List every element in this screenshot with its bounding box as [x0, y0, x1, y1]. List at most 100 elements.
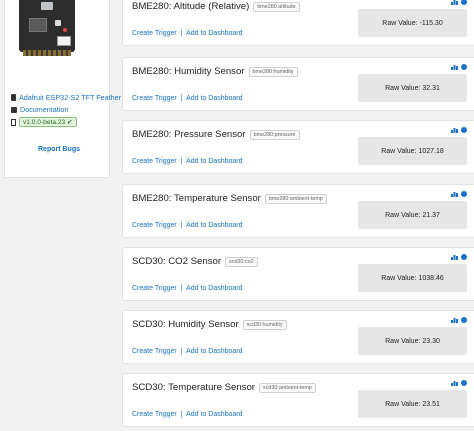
- documentation-label: Documentation: [20, 105, 69, 114]
- add-to-dashboard-link[interactable]: Add to Dashboard: [186, 285, 242, 292]
- feed-title: BME280: Temperature Sensor bme280:ambien…: [132, 193, 327, 204]
- link-separator: |: [180, 222, 183, 229]
- bar-chart-icon[interactable]: [451, 0, 458, 5]
- feed-actions: [451, 64, 467, 70]
- gear-icon[interactable]: [461, 380, 467, 386]
- raw-value-box: Raw Value: 21.37: [358, 201, 467, 229]
- feed-title: SCD30: Humidity Sensor scd30:humidity: [132, 319, 287, 330]
- feed-name[interactable]: SCD30: Temperature Sensor: [132, 382, 255, 393]
- board-image: [19, 0, 75, 58]
- create-trigger-link[interactable]: Create Trigger: [132, 30, 177, 37]
- feed-key-badge: scd30:humidity: [242, 319, 287, 330]
- feed-links: Create Trigger | Add to Dashboard: [132, 222, 243, 229]
- bar-chart-icon[interactable]: [451, 127, 458, 133]
- board-name-link[interactable]: Adafruit ESP32-S2 TFT Feather: [11, 93, 121, 102]
- bar-chart-icon[interactable]: [451, 64, 458, 70]
- feed-name[interactable]: BME280: Temperature Sensor: [132, 193, 261, 204]
- board-header-pins: [23, 50, 71, 56]
- board-chip: [29, 18, 47, 32]
- sidebar: Adafruit ESP32-S2 TFT Feather Documentat…: [0, 0, 121, 431]
- raw-value-text: Raw Value: 23.51: [385, 400, 440, 408]
- feed-card: SCD30: Temperature Sensor scd30:ambient-…: [122, 373, 474, 427]
- feed-name[interactable]: BME280: Humidity Sensor: [132, 66, 245, 77]
- board-icon: [11, 94, 16, 101]
- document-icon: [11, 118, 16, 126]
- feed-title: SCD30: CO2 Sensor scd30:co2: [132, 256, 258, 267]
- feed-links: Create Trigger | Add to Dashboard: [132, 411, 243, 418]
- gear-icon[interactable]: [461, 191, 467, 197]
- feed-title: BME280: Pressure Sensor bme280:pressure: [132, 129, 300, 140]
- feed-key-badge: scd30:ambient-temp: [259, 382, 316, 393]
- feed-links: Create Trigger | Add to Dashboard: [132, 348, 243, 355]
- board-button: [55, 20, 61, 26]
- create-trigger-link[interactable]: Create Trigger: [132, 158, 177, 165]
- feed-actions: [451, 380, 467, 386]
- link-separator: |: [180, 285, 183, 292]
- feed-links: Create Trigger | Add to Dashboard: [132, 285, 243, 292]
- raw-value-box: Raw Value: 23.30: [358, 327, 467, 355]
- feed-card: BME280: Altitude (Relative) bme280:altit…: [122, 0, 474, 46]
- feed-card: BME280: Temperature Sensor bme280:ambien…: [122, 184, 474, 238]
- add-to-dashboard-link[interactable]: Add to Dashboard: [186, 348, 242, 355]
- version-badge: v1.0.0-beta.23 ✔: [19, 117, 77, 127]
- version-row: v1.0.0-beta.23 ✔: [11, 117, 77, 127]
- feed-title: BME280: Altitude (Relative) bme280:altit…: [132, 1, 300, 12]
- feed-card: SCD30: Humidity Sensor scd30:humidity Cr…: [122, 310, 474, 364]
- feed-actions: [451, 0, 467, 5]
- add-to-dashboard-link[interactable]: Add to Dashboard: [186, 222, 242, 229]
- feed-card: SCD30: CO2 Sensor scd30:co2 Create Trigg…: [122, 247, 474, 301]
- feed-name[interactable]: SCD30: CO2 Sensor: [132, 256, 221, 267]
- bar-chart-icon[interactable]: [451, 380, 458, 386]
- gear-icon[interactable]: [461, 0, 467, 5]
- link-separator: |: [180, 348, 183, 355]
- raw-value-text: Raw Value: -115.30: [382, 19, 443, 27]
- raw-value-text: Raw Value: 32.31: [385, 84, 440, 92]
- link-separator: |: [180, 158, 183, 165]
- raw-value-box: Raw Value: 32.31: [358, 74, 467, 102]
- board-connector: [57, 36, 71, 46]
- feed-key-badge: bme280:pressure: [249, 129, 300, 140]
- feed-links: Create Trigger | Add to Dashboard: [132, 30, 243, 37]
- link-separator: |: [180, 95, 183, 102]
- feed-title: BME280: Humidity Sensor bme280:humidity: [132, 66, 298, 77]
- link-separator: |: [180, 30, 183, 37]
- bar-chart-icon[interactable]: [451, 191, 458, 197]
- gear-icon[interactable]: [461, 127, 467, 133]
- raw-value-box: Raw Value: 1038.46: [358, 264, 467, 292]
- create-trigger-link[interactable]: Create Trigger: [132, 285, 177, 292]
- create-trigger-link[interactable]: Create Trigger: [132, 348, 177, 355]
- feed-actions: [451, 191, 467, 197]
- feed-key-badge: bme280:ambient-temp: [264, 193, 327, 204]
- add-to-dashboard-link[interactable]: Add to Dashboard: [186, 158, 242, 165]
- feed-title: SCD30: Temperature Sensor scd30:ambient-…: [132, 382, 316, 393]
- create-trigger-link[interactable]: Create Trigger: [132, 222, 177, 229]
- raw-value-text: Raw Value: 1027.18: [381, 147, 444, 155]
- add-to-dashboard-link[interactable]: Add to Dashboard: [186, 30, 242, 37]
- raw-value-box: Raw Value: 23.51: [358, 390, 467, 418]
- feed-links: Create Trigger | Add to Dashboard: [132, 95, 243, 102]
- feed-key-badge: bme280:altitude: [253, 1, 300, 12]
- documentation-link[interactable]: Documentation: [11, 105, 68, 114]
- create-trigger-link[interactable]: Create Trigger: [132, 95, 177, 102]
- add-to-dashboard-link[interactable]: Add to Dashboard: [186, 95, 242, 102]
- report-bugs-link[interactable]: Report Bugs: [38, 146, 80, 153]
- feed-card: BME280: Pressure Sensor bme280:pressure …: [122, 120, 474, 174]
- create-trigger-link[interactable]: Create Trigger: [132, 411, 177, 418]
- gear-icon[interactable]: [461, 254, 467, 260]
- bar-chart-icon[interactable]: [451, 317, 458, 323]
- raw-value-text: Raw Value: 1038.46: [381, 274, 444, 282]
- feed-name[interactable]: BME280: Altitude (Relative): [132, 1, 249, 12]
- board-name-label: Adafruit ESP32-S2 TFT Feather: [19, 93, 122, 102]
- feed-name[interactable]: BME280: Pressure Sensor: [132, 129, 246, 140]
- feed-name[interactable]: SCD30: Humidity Sensor: [132, 319, 239, 330]
- feed-actions: [451, 317, 467, 323]
- raw-value-text: Raw Value: 21.37: [385, 211, 440, 219]
- usb-connector: [41, 2, 53, 10]
- gear-icon[interactable]: [461, 64, 467, 70]
- raw-value-box: Raw Value: 1027.18: [358, 137, 467, 165]
- add-to-dashboard-link[interactable]: Add to Dashboard: [186, 411, 242, 418]
- gear-icon[interactable]: [461, 317, 467, 323]
- feed-actions: [451, 254, 467, 260]
- raw-value-box: Raw Value: -115.30: [358, 9, 467, 37]
- bar-chart-icon[interactable]: [451, 254, 458, 260]
